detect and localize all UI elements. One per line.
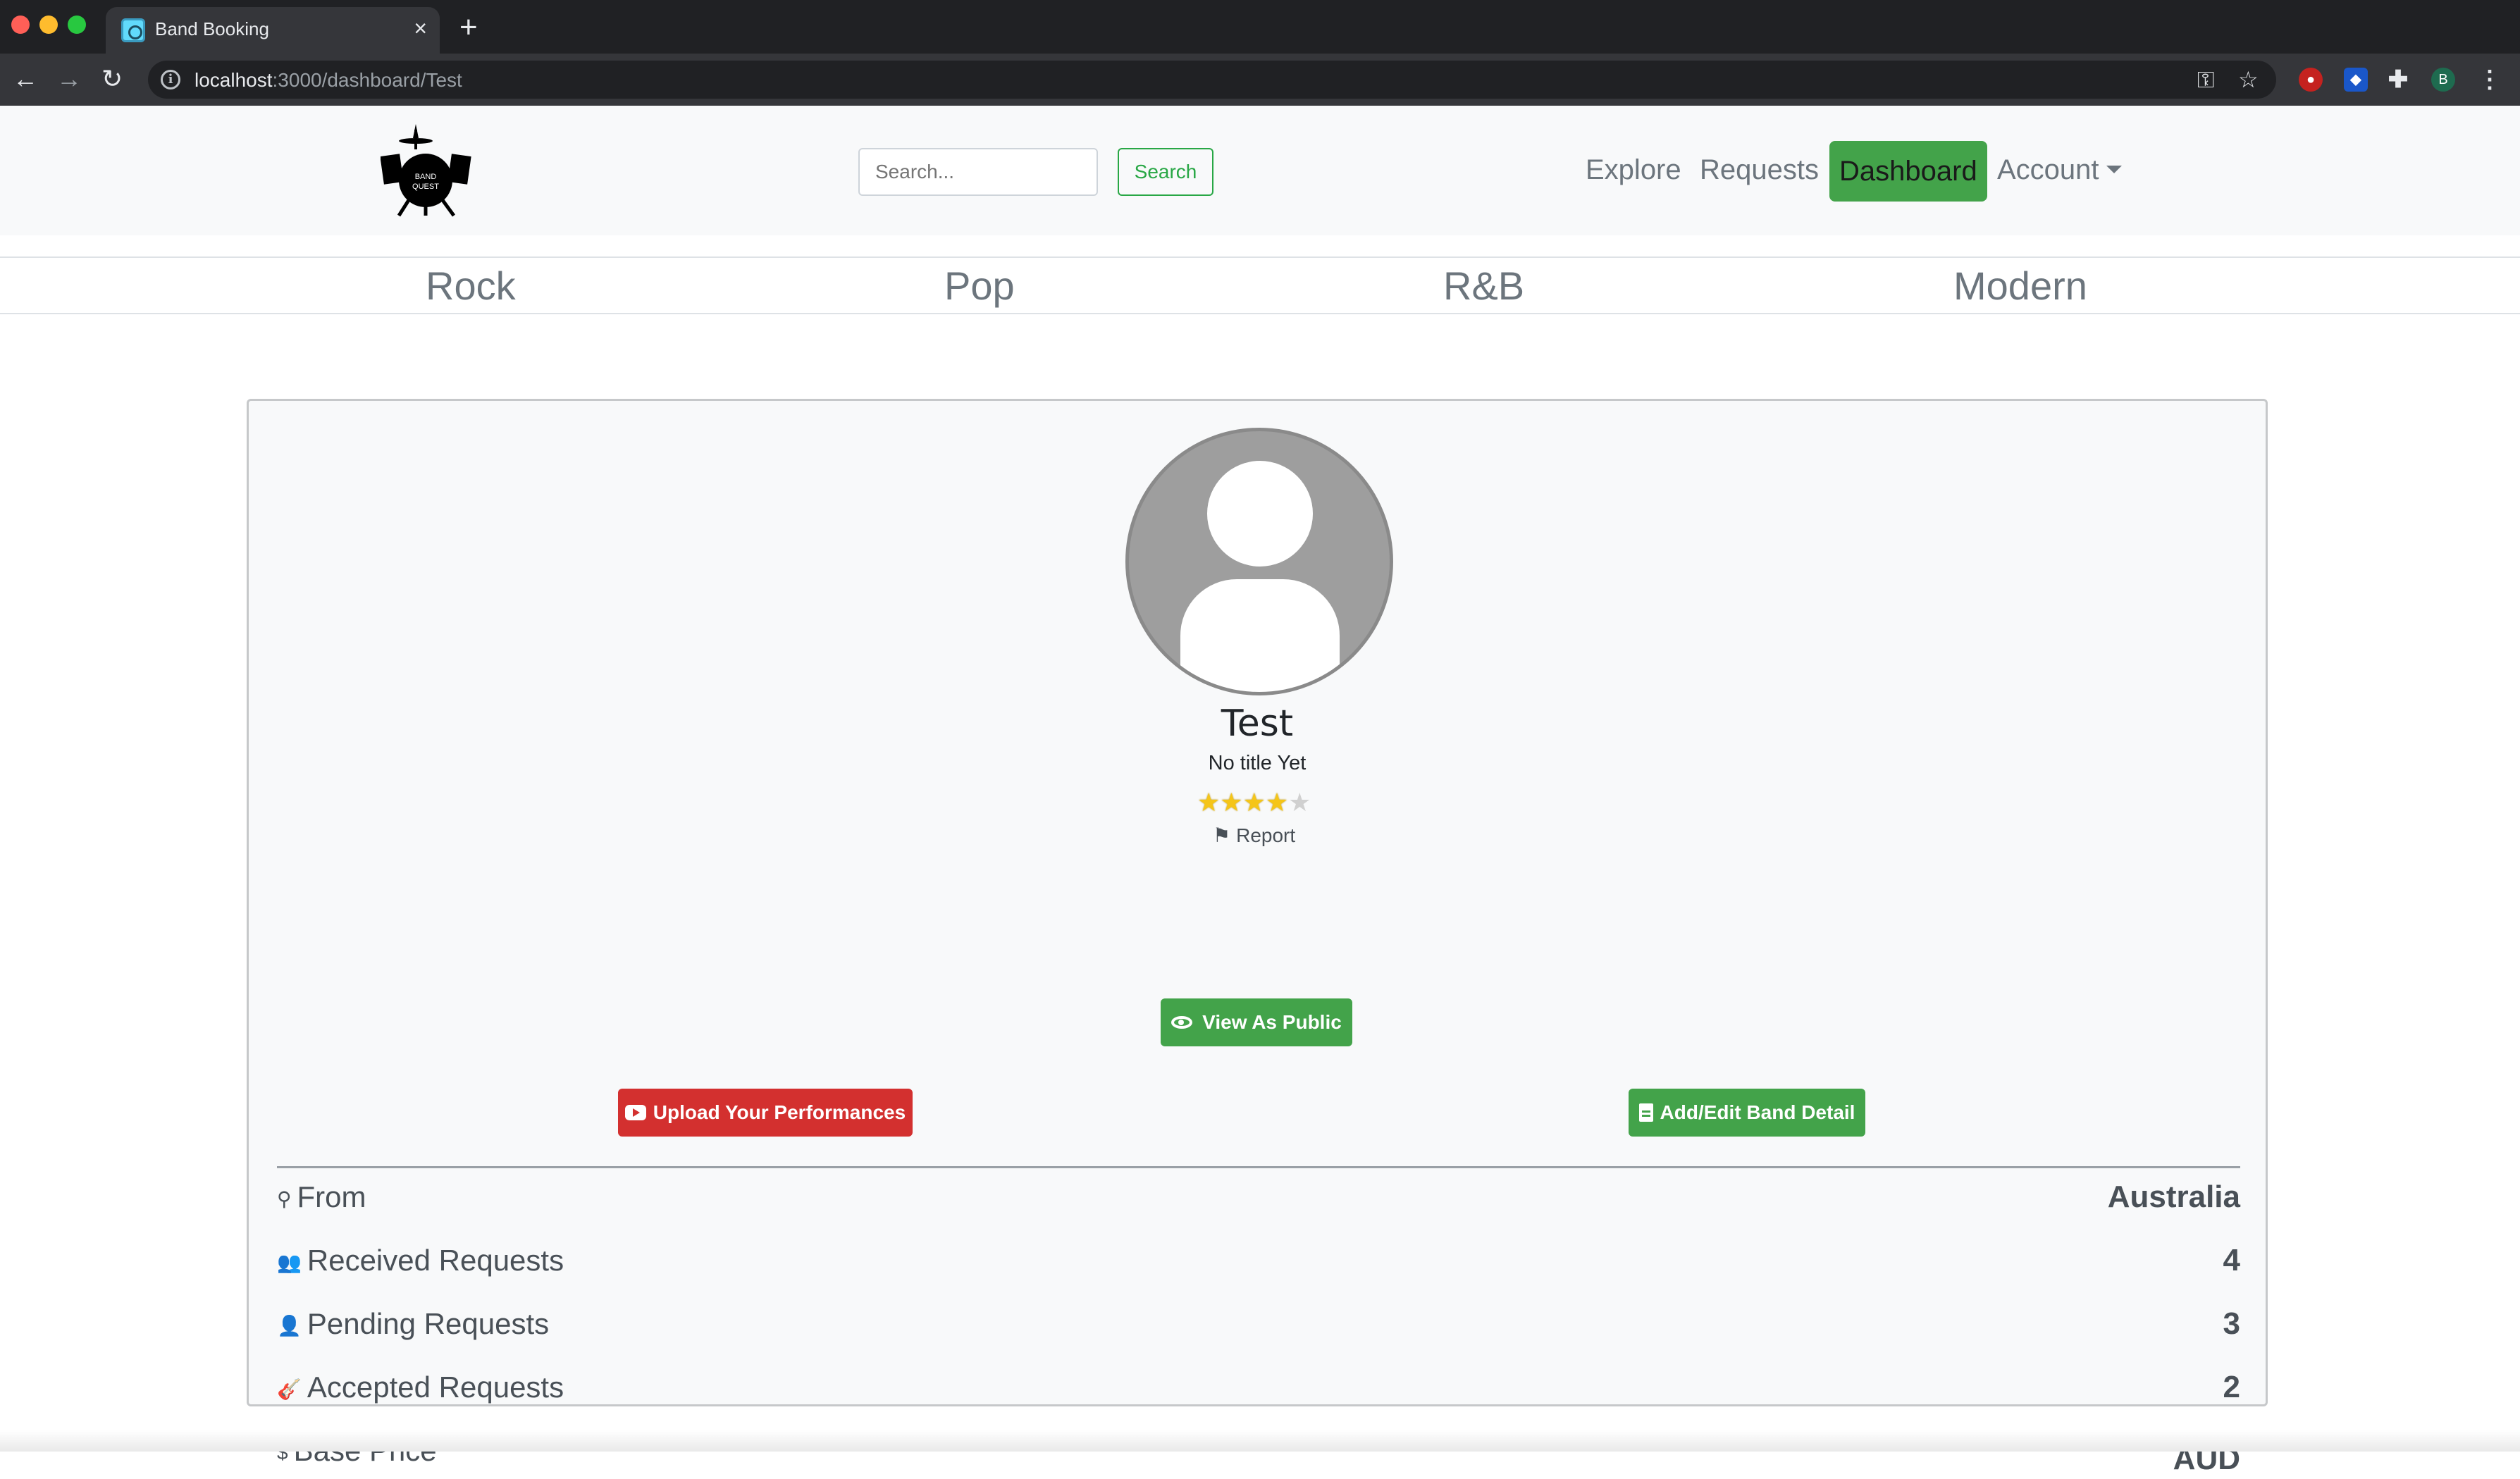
avatar-head-shape <box>1207 461 1313 567</box>
eye-icon <box>1171 1015 1193 1029</box>
upload-label: Upload Your Performances <box>653 1101 906 1123</box>
page: BAND QUEST Search Explore Requests Dashb… <box>0 106 2520 1476</box>
stat-row-received: 👥 Received Requests 4 <box>277 1241 2240 1283</box>
extension-shield-icon[interactable]: ◆ <box>2344 68 2368 92</box>
stat-row-accepted: 🎸 Accepted Requests 2 <box>277 1368 2240 1410</box>
band-name: Test <box>1221 703 1294 745</box>
genre-rnb-link[interactable]: R&B <box>1443 265 1524 307</box>
star-filled-icon: ★ <box>1220 788 1243 817</box>
edit-label: Add/Edit Band Detail <box>1660 1101 1855 1123</box>
received-label: Received Requests <box>307 1244 564 1277</box>
genre-modern-link[interactable]: Modern <box>1953 265 2087 307</box>
caret-down-icon <box>2106 165 2122 173</box>
star-empty-icon: ★ <box>1288 788 1311 817</box>
nav-requests-link[interactable]: Requests <box>1700 152 1819 187</box>
accepted-label: Accepted Requests <box>307 1370 564 1404</box>
extensions-puzzle-icon[interactable]: ✚ <box>2386 68 2410 92</box>
extension-red-icon[interactable]: ● <box>2299 68 2323 92</box>
avatar-body-shape <box>1180 579 1340 692</box>
bottom-shadow <box>0 1430 2520 1452</box>
logo-text-quest: QUEST <box>412 182 439 191</box>
edit-band-detail-button[interactable]: Add/Edit Band Detail <box>1629 1089 1865 1137</box>
stat-label-received: 👥 Received Requests <box>277 1241 564 1282</box>
rating-stars: ★★★★★ <box>1197 788 1324 817</box>
url-text[interactable]: localhost:3000/dashboard/Test <box>194 69 462 92</box>
band-quest-logo[interactable]: BAND QUEST <box>381 124 472 217</box>
report-label: Report <box>1236 824 1296 846</box>
guitar-icon: 🎸 <box>277 1378 302 1400</box>
url-path: :3000/dashboard/Test <box>272 69 462 91</box>
star-filled-icon: ★ <box>1197 788 1221 817</box>
genre-rock-link[interactable]: Rock <box>426 265 516 307</box>
pending-label: Pending Requests <box>307 1307 550 1340</box>
forward-arrow-icon[interactable]: → <box>56 63 82 94</box>
window-close-button[interactable] <box>11 16 30 34</box>
tab-title: Band Booking <box>155 18 269 39</box>
nav-dashboard-link[interactable]: Dashboard <box>1829 141 1987 202</box>
stat-row-from: ⚲ From Australia <box>277 1177 2240 1220</box>
map-marker-icon: ⚲ <box>277 1187 292 1210</box>
reload-icon[interactable]: ↻ <box>101 63 123 94</box>
tab-close-icon[interactable]: × <box>414 16 427 41</box>
genre-bar: Rock Pop R&B Modern <box>0 256 2520 314</box>
browser-menu-icon[interactable]: ⋮ <box>2478 68 2502 92</box>
stat-value-accepted: 2 <box>2223 1370 2240 1404</box>
browser-tab-bar: Band Booking × + <box>0 0 2520 54</box>
site-navbar: BAND QUEST Search Explore Requests Dashb… <box>0 106 2520 235</box>
nav-explore-link[interactable]: Explore <box>1586 152 1681 187</box>
logo-text-band: BAND <box>415 173 437 181</box>
browser-tab[interactable]: Band Booking × <box>106 7 440 54</box>
back-arrow-icon[interactable]: ← <box>13 63 38 94</box>
stat-value-received: 4 <box>2223 1243 2240 1277</box>
genre-pop-link[interactable]: Pop <box>944 265 1015 307</box>
from-label: From <box>297 1180 366 1213</box>
stat-value-pending: 3 <box>2223 1306 2240 1341</box>
react-favicon-icon <box>121 18 145 42</box>
star-filled-icon: ★ <box>1242 788 1266 817</box>
key-icon[interactable]: ⚿ <box>2197 66 2214 93</box>
stat-row-pending: 👤 Pending Requests 3 <box>277 1304 2240 1347</box>
nav-account-dropdown[interactable]: Account <box>1997 152 2122 187</box>
flag-icon: ⚑ <box>1213 824 1231 846</box>
browser-toolbar: ← → ↻ i localhost:3000/dashboard/Test ⚿ … <box>0 54 2520 106</box>
document-icon <box>1638 1103 1653 1122</box>
stat-label-accepted: 🎸 Accepted Requests <box>277 1368 564 1409</box>
profile-avatar-image <box>1125 428 1393 695</box>
user-icon: 👤 <box>277 1314 302 1337</box>
report-link[interactable]: ⚑ Report <box>1213 824 1295 847</box>
star-filled-icon: ★ <box>1265 788 1289 817</box>
address-bar[interactable]: i localhost:3000/dashboard/Test ⚿ ☆ <box>148 61 2276 99</box>
new-tab-button[interactable]: + <box>459 10 478 45</box>
window-minimize-button[interactable] <box>39 16 58 34</box>
stat-value-from: Australia <box>2107 1180 2240 1214</box>
search-input[interactable] <box>858 148 1098 196</box>
divider <box>277 1166 2240 1168</box>
upload-performances-button[interactable]: Upload Your Performances <box>618 1089 913 1137</box>
search-button[interactable]: Search <box>1118 148 1213 196</box>
view-as-public-button[interactable]: View As Public <box>1161 998 1352 1046</box>
band-title: No title Yet <box>1208 752 1307 774</box>
view-as-public-label: View As Public <box>1202 1011 1342 1033</box>
youtube-icon <box>624 1104 646 1120</box>
account-label: Account <box>1997 154 2099 185</box>
stat-label-from: ⚲ From <box>277 1177 366 1219</box>
url-host: localhost <box>194 69 273 91</box>
stat-label-pending: 👤 Pending Requests <box>277 1304 549 1346</box>
dashboard-card: Test No title Yet ★★★★★ ⚑ Report View As … <box>247 399 2268 1476</box>
profile-avatar[interactable]: B <box>2431 68 2455 92</box>
bookmark-star-icon[interactable]: ☆ <box>2238 66 2259 93</box>
window-zoom-button[interactable] <box>68 16 86 34</box>
site-info-icon[interactable]: i <box>161 70 180 89</box>
users-icon: 👥 <box>277 1251 302 1273</box>
